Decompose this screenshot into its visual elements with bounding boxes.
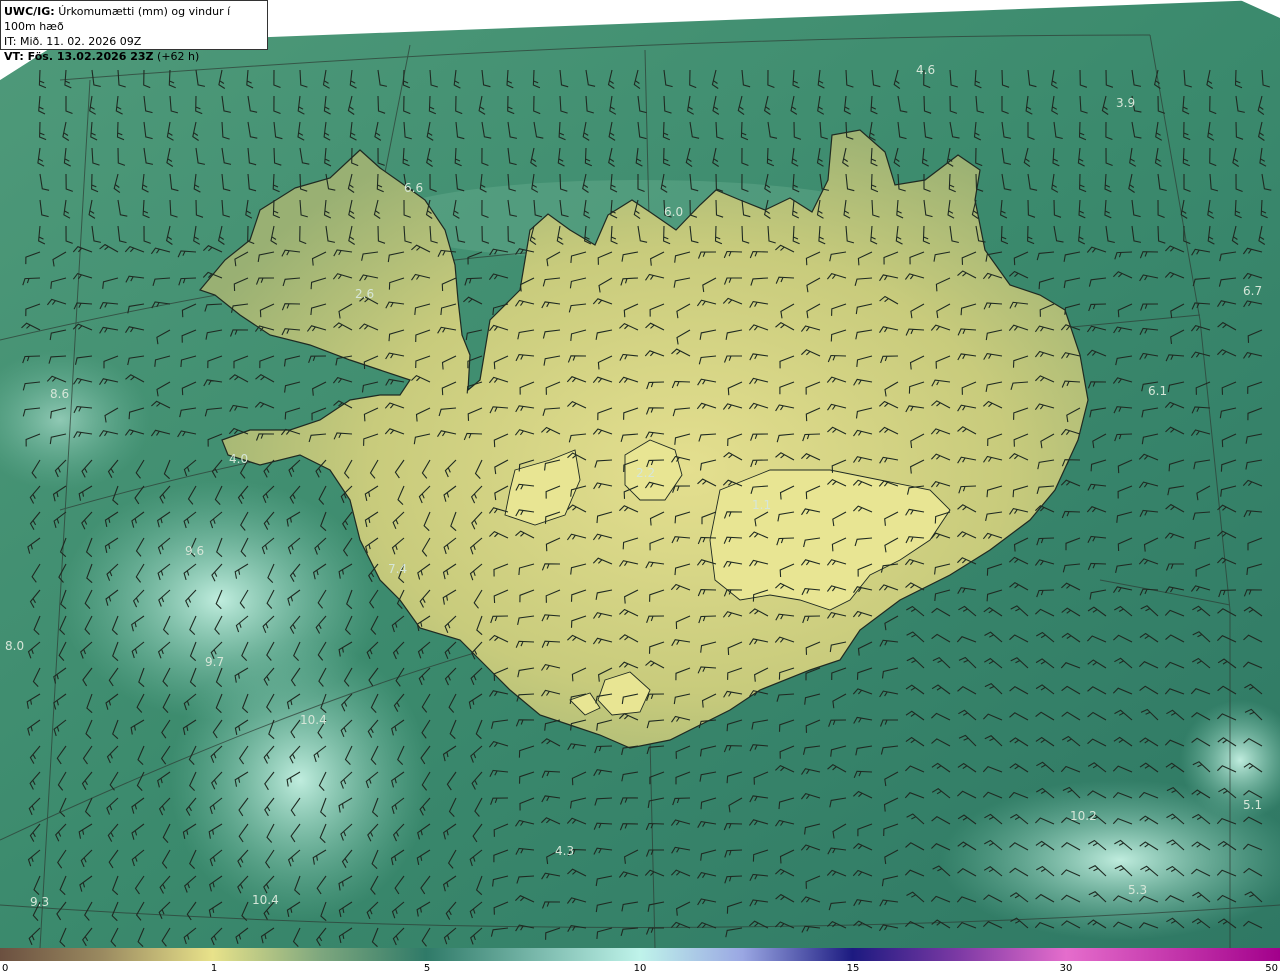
- value-label: 3.9: [1116, 96, 1135, 110]
- lead-time: (+62 h): [153, 50, 200, 63]
- value-label: 6.6: [404, 181, 423, 195]
- colorbar-tick: 50: [1265, 963, 1278, 974]
- valid-time: VT: Fös. 13.02.2026 23Z (+62 h): [4, 49, 264, 64]
- value-label: 4.0: [229, 452, 248, 466]
- colorbar: [0, 948, 1280, 961]
- value-label: 5.3: [1128, 883, 1147, 897]
- value-label: 4.3: [555, 844, 574, 858]
- value-label: 4.6: [916, 63, 935, 77]
- map-title-box: UWC/IG: Úrkomumætti (mm) og vindur í 100…: [0, 0, 268, 63]
- colorbar-tick: 1: [210, 963, 218, 974]
- value-label: 10.2: [1070, 809, 1097, 823]
- value-label: 10.4: [252, 893, 279, 907]
- value-label: 7.4: [388, 562, 407, 576]
- colorbar-tick: 30: [1059, 963, 1073, 974]
- value-label: 6.7: [1243, 284, 1262, 298]
- value-label: 6.1: [1148, 384, 1167, 398]
- colorbar-tick: 15: [846, 963, 860, 974]
- value-label: 8.0: [5, 639, 24, 653]
- initial-time: IT: Mið. 11. 02. 2026 09Z: [4, 35, 142, 48]
- value-label: 5.1: [1243, 798, 1262, 812]
- colorbar-tick: 5: [423, 963, 431, 974]
- value-label: 9.3: [30, 895, 49, 909]
- precipitation-wind-map: 4.6 3.9 6.6 6.0 2.6 6.7 6.1 8.6 4.0 2.2 …: [0, 0, 1280, 948]
- value-label: 6.0: [664, 205, 683, 219]
- model-name: UWC/IG:: [4, 5, 55, 18]
- value-label: 9.6: [185, 544, 204, 558]
- title-line: UWC/IG: Úrkomumætti (mm) og vindur í 100…: [4, 4, 264, 34]
- value-label: 2.6: [355, 287, 374, 301]
- colorbar-tick: 0: [2, 963, 9, 974]
- value-label: 2.2: [636, 466, 655, 480]
- value-label: 8.6: [50, 387, 69, 401]
- value-label: 1.1: [752, 498, 771, 512]
- value-label: 9.7: [205, 655, 224, 669]
- valid-time-label: VT: Fös. 13.02.2026 23Z: [4, 50, 154, 63]
- value-label: 10.4: [300, 713, 327, 727]
- colorbar-tick: 10: [633, 963, 647, 974]
